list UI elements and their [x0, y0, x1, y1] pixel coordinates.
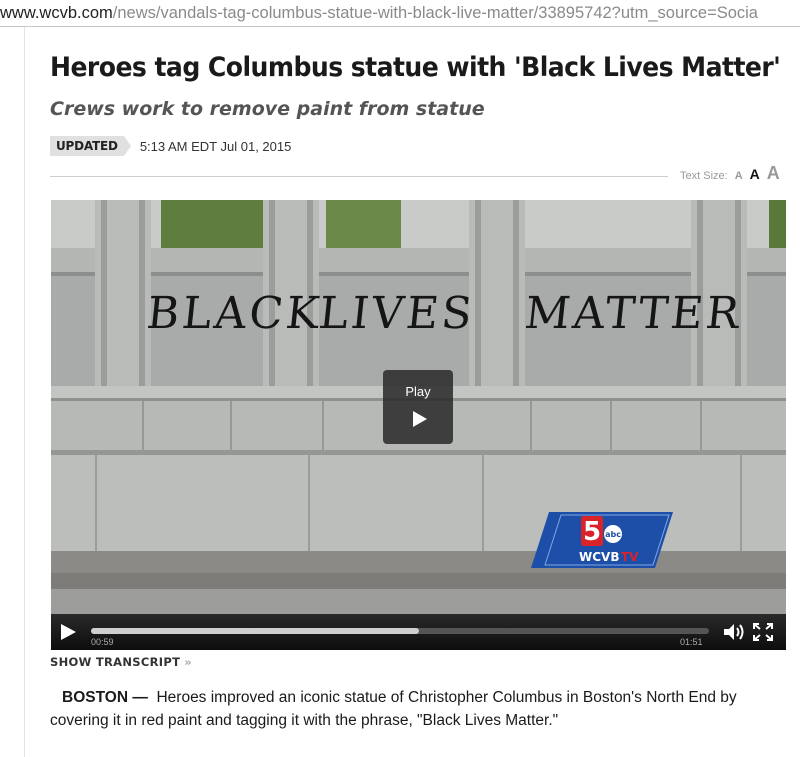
text-size-label: Text Size:	[680, 170, 728, 182]
logo-station: WCVB	[579, 550, 619, 564]
graffiti-word-3: MATTER	[522, 288, 745, 339]
graffiti-word-2: LIVES	[316, 288, 478, 339]
video-controls: 00:59 01:51	[51, 614, 786, 650]
url-host: www.wcvb.com	[0, 4, 113, 22]
total-time: 01:51	[680, 637, 703, 647]
text-size-divider	[50, 176, 668, 177]
left-divider	[24, 27, 25, 757]
play-icon	[413, 411, 427, 427]
dateline: BOSTON —	[62, 689, 148, 706]
article-subheadline: Crews work to remove paint from statue	[50, 98, 485, 120]
wcvb-logo: 5 abc WCVB TV	[531, 512, 673, 568]
text-size-large-button[interactable]: A	[767, 163, 780, 184]
graffiti-word-1: BLACK	[144, 288, 325, 339]
show-transcript-link[interactable]: SHOW TRANSCRIPT»	[50, 655, 192, 669]
play-overlay-button[interactable]: Play	[383, 370, 453, 444]
progress-fill	[91, 628, 419, 634]
article-body-text: Heroes improved an iconic statue of Chri…	[50, 689, 737, 729]
text-size-medium-button[interactable]: A	[750, 166, 760, 182]
logo-channel: 5	[583, 517, 601, 547]
elapsed-time: 00:59	[91, 637, 114, 647]
article-body: BOSTON — Heroes improved an iconic statu…	[50, 686, 795, 732]
article-meta: UPDATED 5:13 AM EDT Jul 01, 2015	[50, 136, 291, 156]
article-headline: Heroes tag Columbus statue with 'Black L…	[50, 52, 781, 83]
logo-suffix: TV	[621, 550, 639, 564]
progress-bar[interactable]	[91, 628, 709, 634]
text-size-small-button[interactable]: A	[735, 170, 743, 182]
url-path: /news/vandals-tag-columbus-statue-with-b…	[112, 4, 758, 22]
address-bar[interactable]: www.wcvb.com/news/vandals-tag-columbus-s…	[0, 0, 800, 27]
play-overlay-label: Play	[405, 384, 431, 399]
text-size-control: Text Size: A A A	[680, 163, 780, 184]
article-timestamp: 5:13 AM EDT Jul 01, 2015	[139, 138, 292, 154]
volume-icon[interactable]	[722, 622, 746, 642]
fullscreen-icon[interactable]	[753, 623, 773, 641]
logo-network: abc	[605, 530, 621, 539]
video-player[interactable]: BLACK LIVES MATTER Play 5 abc WCVB TV 00…	[51, 200, 786, 650]
updated-badge: UPDATED	[50, 136, 131, 156]
show-transcript-label: SHOW TRANSCRIPT	[50, 655, 181, 669]
chevron-right-icon: »	[184, 655, 192, 669]
play-icon[interactable]	[61, 624, 76, 640]
